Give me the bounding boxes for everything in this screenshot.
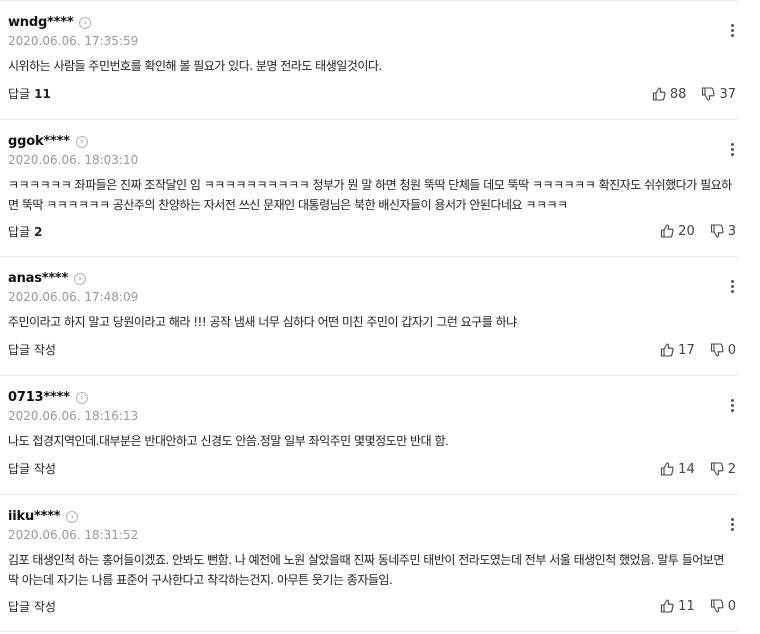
thumbs-up-icon xyxy=(661,343,674,357)
like-button[interactable]: 14 xyxy=(659,461,695,477)
thumbs-up-icon xyxy=(661,224,674,238)
dislike-count: 0 xyxy=(727,342,736,358)
reply-label: 답글 작성 xyxy=(8,462,56,476)
dislike-button[interactable]: 3 xyxy=(709,223,736,239)
thumbs-down-icon xyxy=(710,462,724,476)
like-count: 20 xyxy=(678,223,695,239)
like-count: 11 xyxy=(678,598,695,614)
vote-group: 14 2 xyxy=(659,461,736,477)
vote-group: 88 37 xyxy=(651,86,736,102)
comment-header: wndg**** › xyxy=(8,15,92,30)
thumbs-up-icon xyxy=(652,87,666,101)
dislike-count: 37 xyxy=(719,86,736,102)
reply-label: 답글 xyxy=(8,225,31,239)
vote-group: 11 0 xyxy=(659,598,736,614)
comment-text: 나도 접경지역인데.대부분은 반대안하고 신경도 안씀.정말 일부 좌익주민 몇… xyxy=(8,434,449,448)
comment-item: iiku**** › 2020.06.06. 18:31:52 김포 태생인척 … xyxy=(0,495,738,632)
dislike-count: 0 xyxy=(727,598,736,614)
dislike-button[interactable]: 2 xyxy=(709,461,736,477)
reply-label: 답글 xyxy=(8,87,31,101)
comment-text: ㅋㅋㅋㅋㅋㅋ 좌파들은 진짜 조작달인 임 ㅋㅋㅋㅋㅋㅋㅋㅋㅋㅋ 정부가 뭔 말… xyxy=(8,178,732,212)
chevron-right-icon[interactable]: › xyxy=(79,16,92,29)
dislike-count: 2 xyxy=(727,461,736,477)
dislike-button[interactable]: 0 xyxy=(709,598,736,614)
reply-button[interactable]: 답글 작성 xyxy=(8,341,56,358)
dislike-count: 3 xyxy=(727,223,736,239)
dislike-button[interactable]: 37 xyxy=(700,86,736,102)
comment-item: anas**** › 2020.06.06. 17:48:09 주민이라고 하지… xyxy=(0,257,738,376)
reply-button[interactable]: 답글 2 xyxy=(8,223,42,240)
vote-group: 20 3 xyxy=(659,223,736,239)
comment-date: 2020.06.06. 18:31:52 xyxy=(8,528,139,542)
username[interactable]: iiku**** xyxy=(8,509,61,524)
like-count: 17 xyxy=(678,342,695,358)
comment-header: iiku**** › xyxy=(8,509,79,524)
like-count: 14 xyxy=(678,461,695,477)
comment-date: 2020.06.06. 18:16:13 xyxy=(8,409,139,423)
reply-count: 2 xyxy=(34,225,43,239)
chevron-right-icon[interactable]: › xyxy=(75,391,88,404)
reply-label: 답글 작성 xyxy=(8,600,56,614)
comment-item: 0713**** › 2020.06.06. 18:16:13 나도 접경지역인… xyxy=(0,376,738,495)
username[interactable]: wndg**** xyxy=(8,15,74,30)
chevron-right-icon[interactable]: › xyxy=(66,510,79,523)
username[interactable]: anas**** xyxy=(8,271,68,286)
more-vertical-icon[interactable] xyxy=(730,399,734,412)
more-vertical-icon[interactable] xyxy=(730,24,734,37)
chevron-right-icon[interactable]: › xyxy=(74,272,87,285)
like-button[interactable]: 88 xyxy=(651,86,687,102)
comment-text: 주민이라고 하지 말고 당원이라고 해라 !!! 공작 냄새 너무 심하다 어떤… xyxy=(8,315,517,329)
like-button[interactable]: 20 xyxy=(659,223,695,239)
thumbs-down-icon xyxy=(702,87,716,101)
more-vertical-icon[interactable] xyxy=(730,280,734,293)
thumbs-up-icon xyxy=(661,462,674,476)
more-vertical-icon[interactable] xyxy=(730,143,734,156)
like-count: 88 xyxy=(669,86,687,102)
comment-item: ggok**** › 2020.06.06. 18:03:10 ㅋㅋㅋㅋㅋㅋ 좌… xyxy=(0,120,738,257)
comment-header: ggok**** › xyxy=(8,134,88,149)
comment-item: wndg**** › 2020.06.06. 17:35:59 시위하는 사람들… xyxy=(0,1,738,120)
comment-list: wndg**** › 2020.06.06. 17:35:59 시위하는 사람들… xyxy=(0,0,738,632)
comment-date: 2020.06.06. 18:03:10 xyxy=(8,153,139,167)
dislike-button[interactable]: 0 xyxy=(709,342,736,358)
reply-button[interactable]: 답글 작성 xyxy=(8,460,56,477)
thumbs-down-icon xyxy=(710,224,724,238)
comment-date: 2020.06.06. 17:35:59 xyxy=(8,34,139,48)
comment-date: 2020.06.06. 17:48:09 xyxy=(8,290,139,304)
username[interactable]: 0713**** xyxy=(8,390,70,405)
vote-group: 17 0 xyxy=(659,342,736,358)
comment-header: 0713**** › xyxy=(8,390,88,405)
username[interactable]: ggok**** xyxy=(8,134,70,149)
reply-button[interactable]: 답글 11 xyxy=(8,85,51,102)
more-vertical-icon[interactable] xyxy=(730,518,734,531)
comment-text: 시위하는 사람들 주민번호를 확인해 볼 필요가 있다. 분명 전라도 태생일것… xyxy=(8,59,382,73)
comment-header: anas**** › xyxy=(8,271,87,286)
reply-button[interactable]: 답글 작성 xyxy=(8,598,56,615)
like-button[interactable]: 11 xyxy=(659,598,695,614)
thumbs-down-icon xyxy=(710,599,724,613)
reply-count: 11 xyxy=(34,87,51,101)
reply-label: 답글 작성 xyxy=(8,343,56,357)
thumbs-down-icon xyxy=(710,343,724,357)
like-button[interactable]: 17 xyxy=(659,342,695,358)
thumbs-up-icon xyxy=(661,599,674,613)
chevron-right-icon[interactable]: › xyxy=(75,135,88,148)
comment-text: 김포 태생인척 하는 홍어들이겠죠. 안봐도 뻔함. 나 예전에 노원 살았을때… xyxy=(8,553,724,587)
